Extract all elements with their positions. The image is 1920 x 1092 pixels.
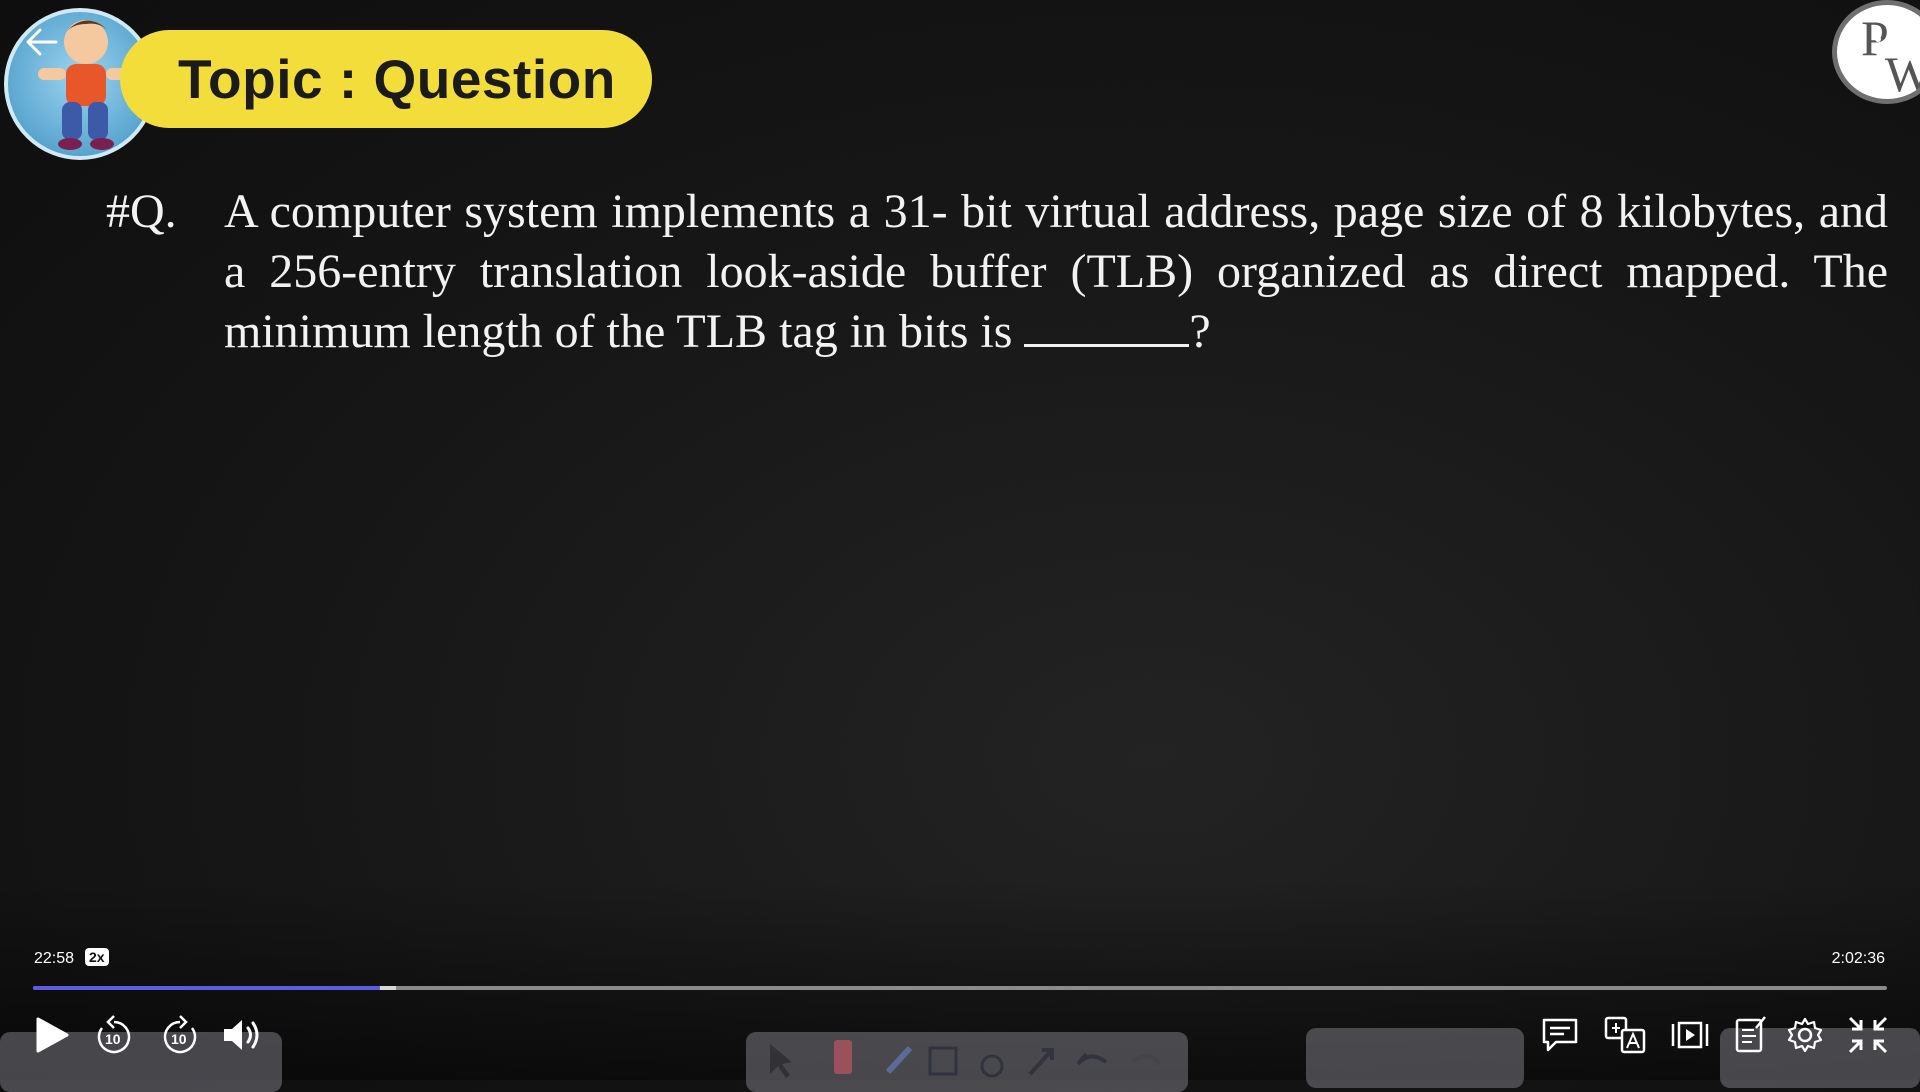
rewind-10-label: 10 bbox=[105, 1031, 121, 1047]
chat-icon[interactable] bbox=[1540, 1016, 1580, 1054]
kebab-menu-icon[interactable] bbox=[1866, 22, 1890, 66]
forward-10-icon[interactable]: 10 bbox=[160, 1014, 200, 1056]
question-body: A computer system implements a 31- bit v… bbox=[224, 182, 1888, 362]
topic-title: Topic : Question bbox=[178, 48, 616, 110]
forward-10-label: 10 bbox=[171, 1031, 187, 1047]
playback-speed-badge[interactable]: 2x bbox=[85, 948, 109, 966]
progress-bar[interactable] bbox=[33, 986, 1887, 990]
current-time: 22:58 bbox=[34, 950, 75, 967]
question-label: #Q. bbox=[106, 185, 177, 238]
ghost-toolbar-right bbox=[1306, 1028, 1524, 1088]
notes-icon[interactable] bbox=[1734, 1014, 1768, 1054]
answer-blank bbox=[1024, 308, 1190, 347]
rewind-10-icon[interactable]: 10 bbox=[94, 1014, 134, 1056]
total-duration: 2:02:36 bbox=[1831, 950, 1885, 967]
progress-fill bbox=[33, 986, 380, 990]
logo-letter-w: W bbox=[1885, 45, 1920, 99]
question-end: ? bbox=[1189, 305, 1211, 358]
lecture-slide: Topic : Question P W #Q. A computer syst… bbox=[0, 0, 1920, 1092]
topic-banner: Topic : Question bbox=[120, 30, 652, 128]
translate-icon[interactable] bbox=[1604, 1016, 1646, 1054]
playlist-icon[interactable] bbox=[1670, 1020, 1710, 1050]
back-arrow-icon[interactable] bbox=[22, 22, 62, 62]
drawing-tools-icon bbox=[770, 1040, 1162, 1078]
progress-buffer bbox=[379, 986, 397, 990]
settings-icon[interactable] bbox=[1786, 1016, 1824, 1054]
play-icon[interactable] bbox=[34, 1016, 70, 1054]
exit-fullscreen-icon[interactable] bbox=[1846, 1014, 1890, 1056]
volume-icon[interactable] bbox=[222, 1016, 266, 1054]
